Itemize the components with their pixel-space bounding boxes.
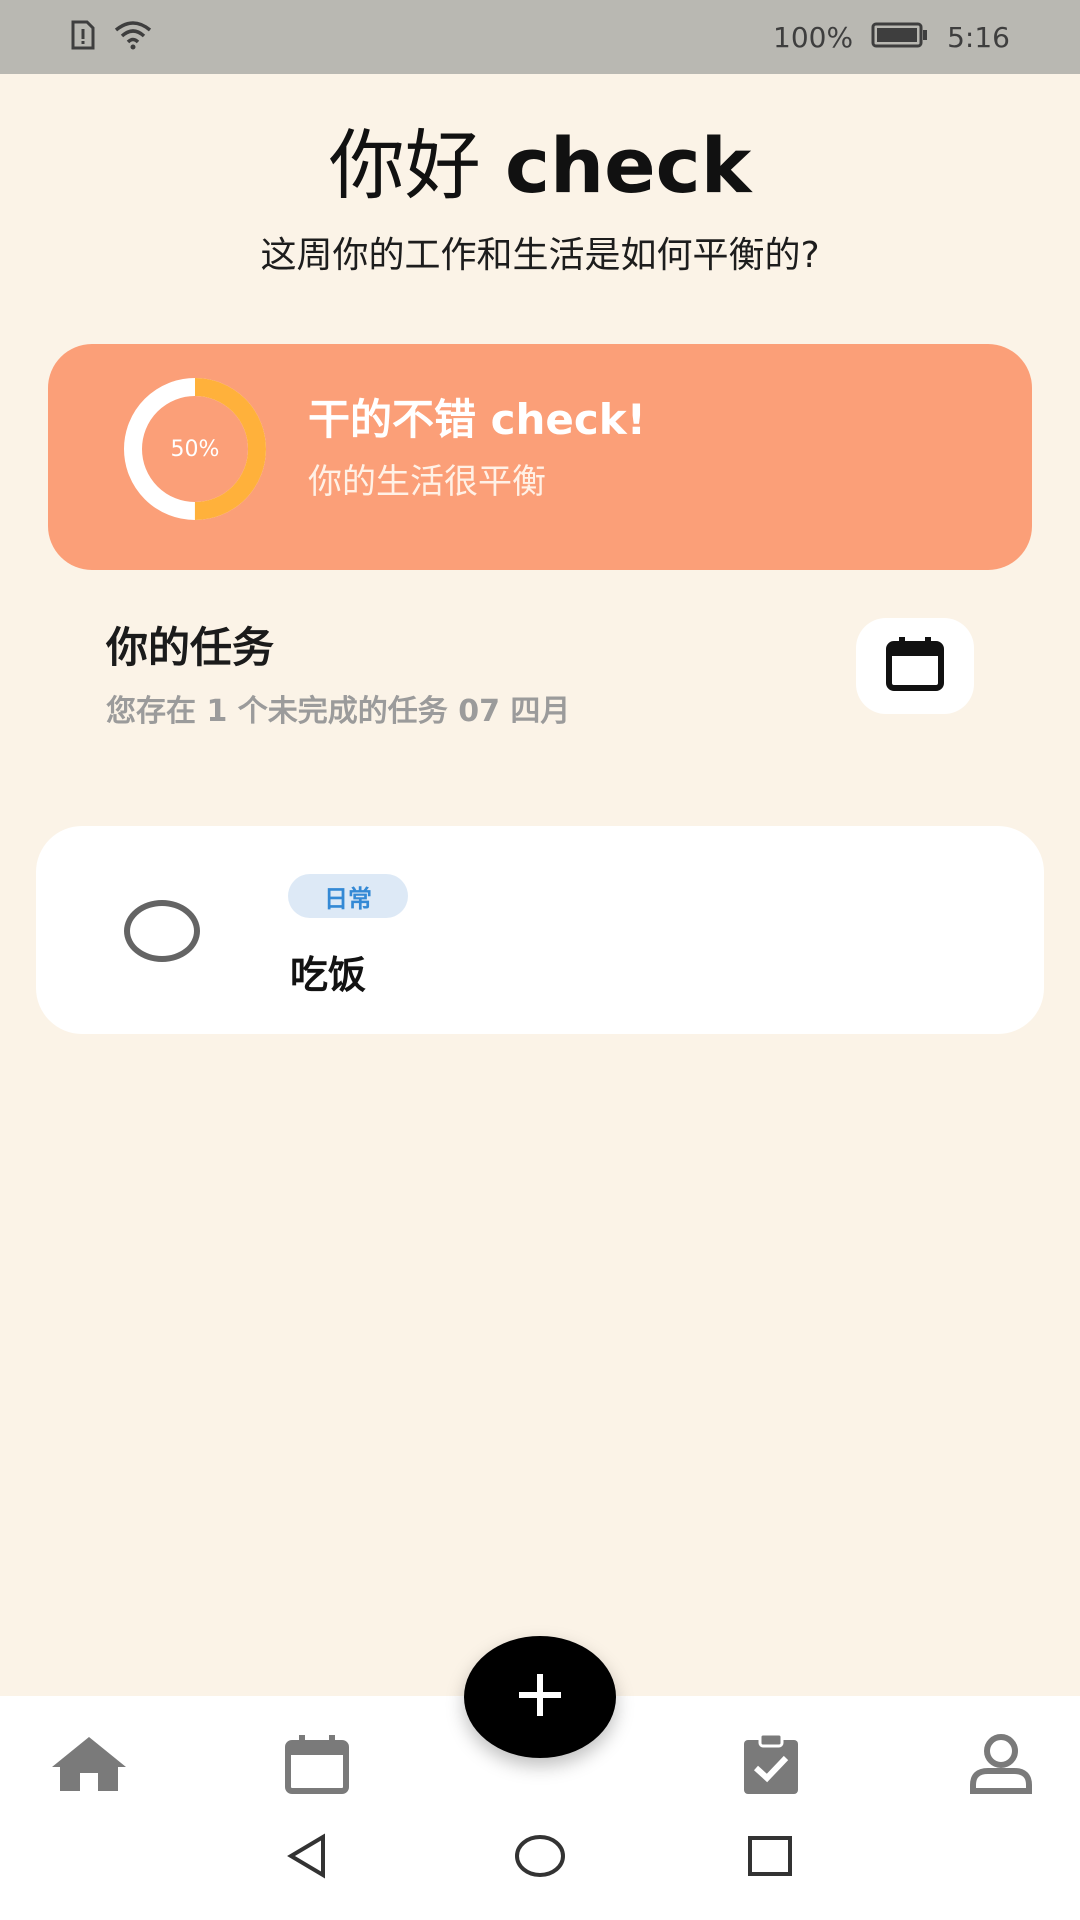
tasks-section-subtitle: 您存在 1 个未完成的任务 07 四月 [106, 694, 571, 729]
status-time: 5:16 [947, 20, 1010, 54]
greeting-title: 你好 check [0, 104, 1080, 214]
home-icon [48, 1733, 130, 1799]
app-screen: 100% 5:16 你好 check 这周你的工作和生活是如何平衡的? 50% … [0, 0, 1080, 1920]
greeting-text: 你好 [328, 121, 481, 210]
calendar-icon [885, 636, 945, 696]
calendar-button[interactable] [856, 618, 974, 714]
system-home-button[interactable] [510, 1828, 570, 1888]
summary-title: 干的不错 check! [308, 395, 646, 444]
calendar-icon [284, 1733, 350, 1799]
user-name: check [504, 121, 752, 210]
task-check-icon [742, 1732, 800, 1800]
task-title: 吃饭 [290, 953, 367, 997]
back-triangle-icon [285, 1833, 331, 1883]
status-right: 100% 5:16 [773, 21, 1010, 54]
nav-profile-button[interactable] [956, 1726, 1046, 1806]
home-circle-icon [514, 1834, 566, 1882]
sim-alert-icon [70, 20, 96, 54]
system-back-button[interactable] [278, 1828, 338, 1888]
battery-percent: 100% [773, 20, 854, 54]
status-left [70, 20, 152, 54]
nav-home-button[interactable] [44, 1726, 134, 1806]
greeting-subtitle: 这周你的工作和生活是如何平衡的? [260, 235, 820, 276]
recents-square-icon [747, 1835, 793, 1881]
tasks-section-title: 你的任务 [106, 623, 275, 672]
nav-calendar-button[interactable] [272, 1726, 362, 1806]
task-category-tag: 日常 [288, 874, 408, 918]
balance-summary-card[interactable]: 50% 干的不错 check! 你的生活很平衡 [48, 344, 1032, 570]
summary-subtitle: 你的生活很平衡 [308, 462, 546, 502]
task-item[interactable]: 日常 吃饭 [36, 826, 1044, 1034]
battery-icon [871, 21, 929, 53]
profile-icon [968, 1733, 1034, 1799]
status-bar: 100% 5:16 [0, 0, 1080, 74]
nav-tasks-button[interactable] [726, 1726, 816, 1806]
add-task-button[interactable] [464, 1636, 616, 1758]
wifi-icon [114, 20, 152, 54]
progress-label: 50% [170, 436, 220, 462]
task-complete-checkbox[interactable] [124, 900, 200, 962]
system-recents-button[interactable] [740, 1828, 800, 1888]
plus-icon [517, 1672, 563, 1722]
